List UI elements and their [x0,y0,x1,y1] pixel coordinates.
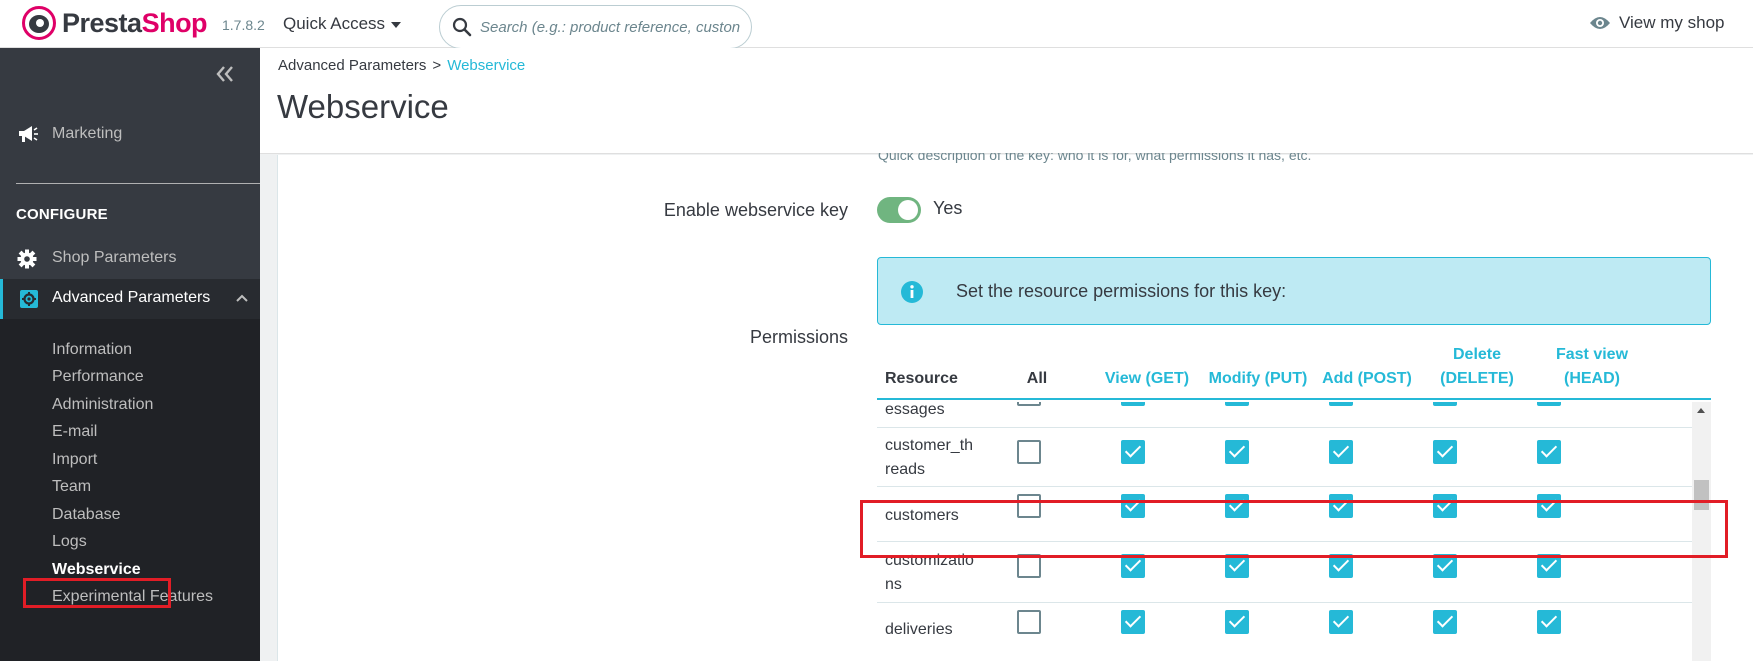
enable-webservice-toggle[interactable] [877,197,921,223]
submenu-item-logs[interactable]: Logs [52,533,87,551]
page-title: Webservice [277,88,449,125]
main-content: Advanced Parameters > Webservice Webservic… [260,48,1753,661]
enable-webservice-value: Yes [933,198,963,218]
resource-name: deliveries [885,621,953,638]
header-add-post[interactable]: Add (POST) [1307,367,1427,391]
description-help-text: Quick description of the key: who it is … [878,153,1312,163]
checkbox-get[interactable] [1121,610,1145,634]
version-label: 1.7.8.2 [222,17,265,33]
enable-webservice-label: Enable webservice key [663,200,848,220]
scroll-up-arrow-icon[interactable] [1697,408,1705,413]
table-header: Resource All View (GET) Modify (PUT) Add… [877,346,1711,400]
table-row: essages [877,402,1692,428]
view-my-shop-label: View my shop [1619,13,1725,32]
sidebar-item-marketing[interactable]: Marketing [0,114,260,154]
info-icon [901,281,923,303]
breadcrumb: Advanced Parameters > Webservice [278,57,525,74]
header-fast-view-line2: (HEAD) [1564,370,1620,387]
header-view-get[interactable]: View (GET) [1092,367,1202,391]
checkbox-get[interactable] [1121,440,1145,464]
caret-down-icon [391,21,402,28]
checkbox-head[interactable] [1537,402,1561,406]
logo-text-presta: Presta [62,7,142,38]
breadcrumb-current[interactable]: Webservice [447,57,525,74]
sidebar-section-title: CONFIGURE [16,206,108,223]
checkbox-all[interactable] [1017,402,1041,406]
breadcrumb-separator: > [432,57,442,74]
advanced-parameters-submenu: Information Performance Administration E… [0,319,260,661]
submenu-item-webservice[interactable]: Webservice [52,561,141,579]
top-header: PrestaShop 1.7.8.2 Quick Access View my … [0,0,1753,49]
prestashop-logo[interactable]: PrestaShop [22,6,208,40]
highlight-box-customers-row [860,500,1728,558]
checkbox-delete[interactable] [1433,440,1457,464]
sidebar: Marketing CONFIGURE Shop Parameters Adva… [0,48,260,661]
resource-name: customer_th reads [885,437,974,478]
checkbox-post[interactable] [1329,610,1353,634]
checkbox-put[interactable] [1225,610,1249,634]
eye-icon [1590,17,1610,29]
quick-access-label: Quick Access [283,14,386,33]
header-delete-line2: (DELETE) [1440,370,1514,387]
info-alert: Set the resource permissions for this ke… [877,257,1711,325]
submenu-item-team[interactable]: Team [52,478,91,496]
gear-icon [17,249,37,269]
highlight-box-webservice [23,578,171,608]
header-modify-put[interactable]: Modify (PUT) [1193,367,1323,391]
submenu-item-database[interactable]: Database [52,506,121,524]
sidebar-item-label: Advanced Parameters [52,289,211,306]
view-my-shop-link[interactable]: View my shop [1589,13,1725,33]
checkbox-post[interactable] [1329,440,1353,464]
checkbox-head[interactable] [1537,610,1561,634]
permissions-label: Permissions [749,327,848,347]
submenu-item-administration[interactable]: Administration [52,396,153,414]
alert-text: Set the resource permissions for this ke… [956,281,1287,301]
search-input[interactable] [480,15,742,39]
table-row: deliveries [877,603,1692,661]
submenu-item-information[interactable]: Information [52,341,132,359]
checkbox-put[interactable] [1225,440,1249,464]
checkbox-delete[interactable] [1433,402,1457,406]
sidebar-item-shop-parameters[interactable]: Shop Parameters [0,239,260,279]
submenu-item-import[interactable]: Import [52,451,97,469]
chevron-up-icon[interactable] [235,293,249,303]
submenu-item-performance[interactable]: Performance [52,368,144,386]
checkbox-delete[interactable] [1433,610,1457,634]
resource-name: essages [885,402,945,418]
checkbox-all[interactable] [1017,440,1041,464]
advanced-settings-icon [20,290,38,308]
header-delete-line1: Delete [1452,346,1502,363]
megaphone-icon [19,126,38,142]
table-row: customer_th reads [877,428,1692,487]
header-fast-view-line1: Fast view [1555,346,1629,363]
sidebar-item-label: Marketing [52,125,123,142]
search-box[interactable] [439,5,752,49]
search-icon [452,17,472,37]
collapse-sidebar-icon[interactable] [214,64,236,84]
toggle-knob [898,200,918,220]
sidebar-item-label: Shop Parameters [52,249,177,266]
checkbox-head[interactable] [1537,440,1561,464]
checkbox-post[interactable] [1329,402,1353,406]
header-resource: Resource [885,370,958,387]
quick-access-dropdown[interactable]: Quick Access [283,14,402,34]
sidebar-divider [16,183,260,184]
logo-text-shop: Shop [141,7,208,38]
page-header: Advanced Parameters > Webservice Webservic… [260,48,1753,154]
sidebar-item-advanced-parameters[interactable]: Advanced Parameters [0,279,260,319]
checkbox-get[interactable] [1121,402,1145,406]
header-all[interactable]: All [1017,367,1057,391]
checkbox-all[interactable] [1017,610,1041,634]
submenu-item-email[interactable]: E-mail [52,423,97,441]
puffin-logo-icon [22,6,56,40]
header-fast-view[interactable]: Fast view (HEAD) [1537,343,1647,391]
header-delete[interactable]: Delete (DELETE) [1422,343,1532,391]
checkbox-put[interactable] [1225,402,1249,406]
webservice-key-form: Quick description of the key: who it is … [277,153,1753,661]
breadcrumb-parent[interactable]: Advanced Parameters [278,57,426,74]
